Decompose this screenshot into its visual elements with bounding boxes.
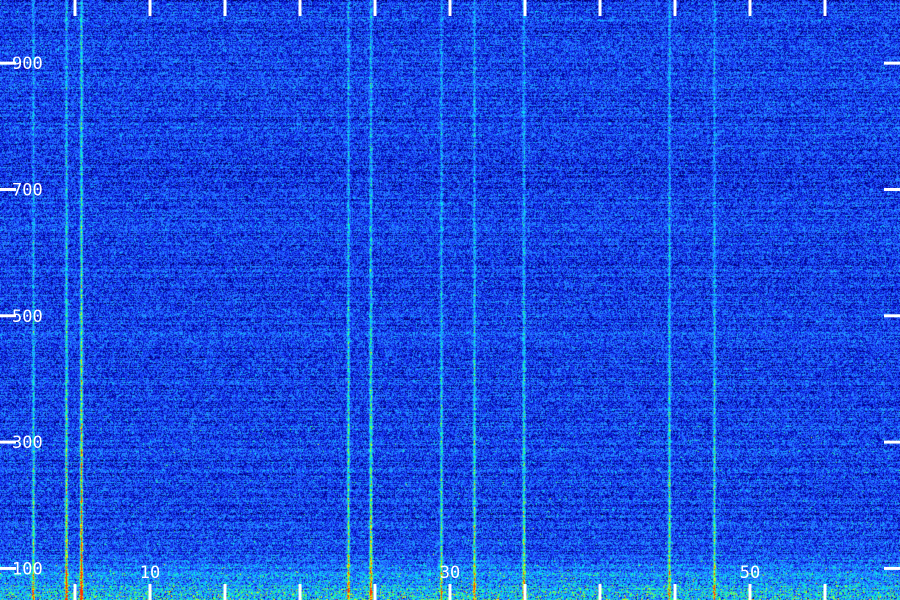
x-tick-label: 30 bbox=[440, 563, 460, 583]
y-tick-label: 300 bbox=[12, 433, 43, 453]
y-tick-label: 900 bbox=[12, 54, 43, 74]
chart-axes: 100 300 500 700 900 10 30 50 bbox=[0, 0, 900, 600]
spectrogram-chart: 100 300 500 700 900 10 30 50 bbox=[0, 0, 900, 600]
y-tick-label: 500 bbox=[12, 307, 43, 327]
y-tick-label: 700 bbox=[12, 180, 43, 200]
y-tick-label: 100 bbox=[12, 559, 43, 579]
x-tick-label: 50 bbox=[740, 563, 760, 583]
x-tick-label: 10 bbox=[140, 563, 160, 583]
